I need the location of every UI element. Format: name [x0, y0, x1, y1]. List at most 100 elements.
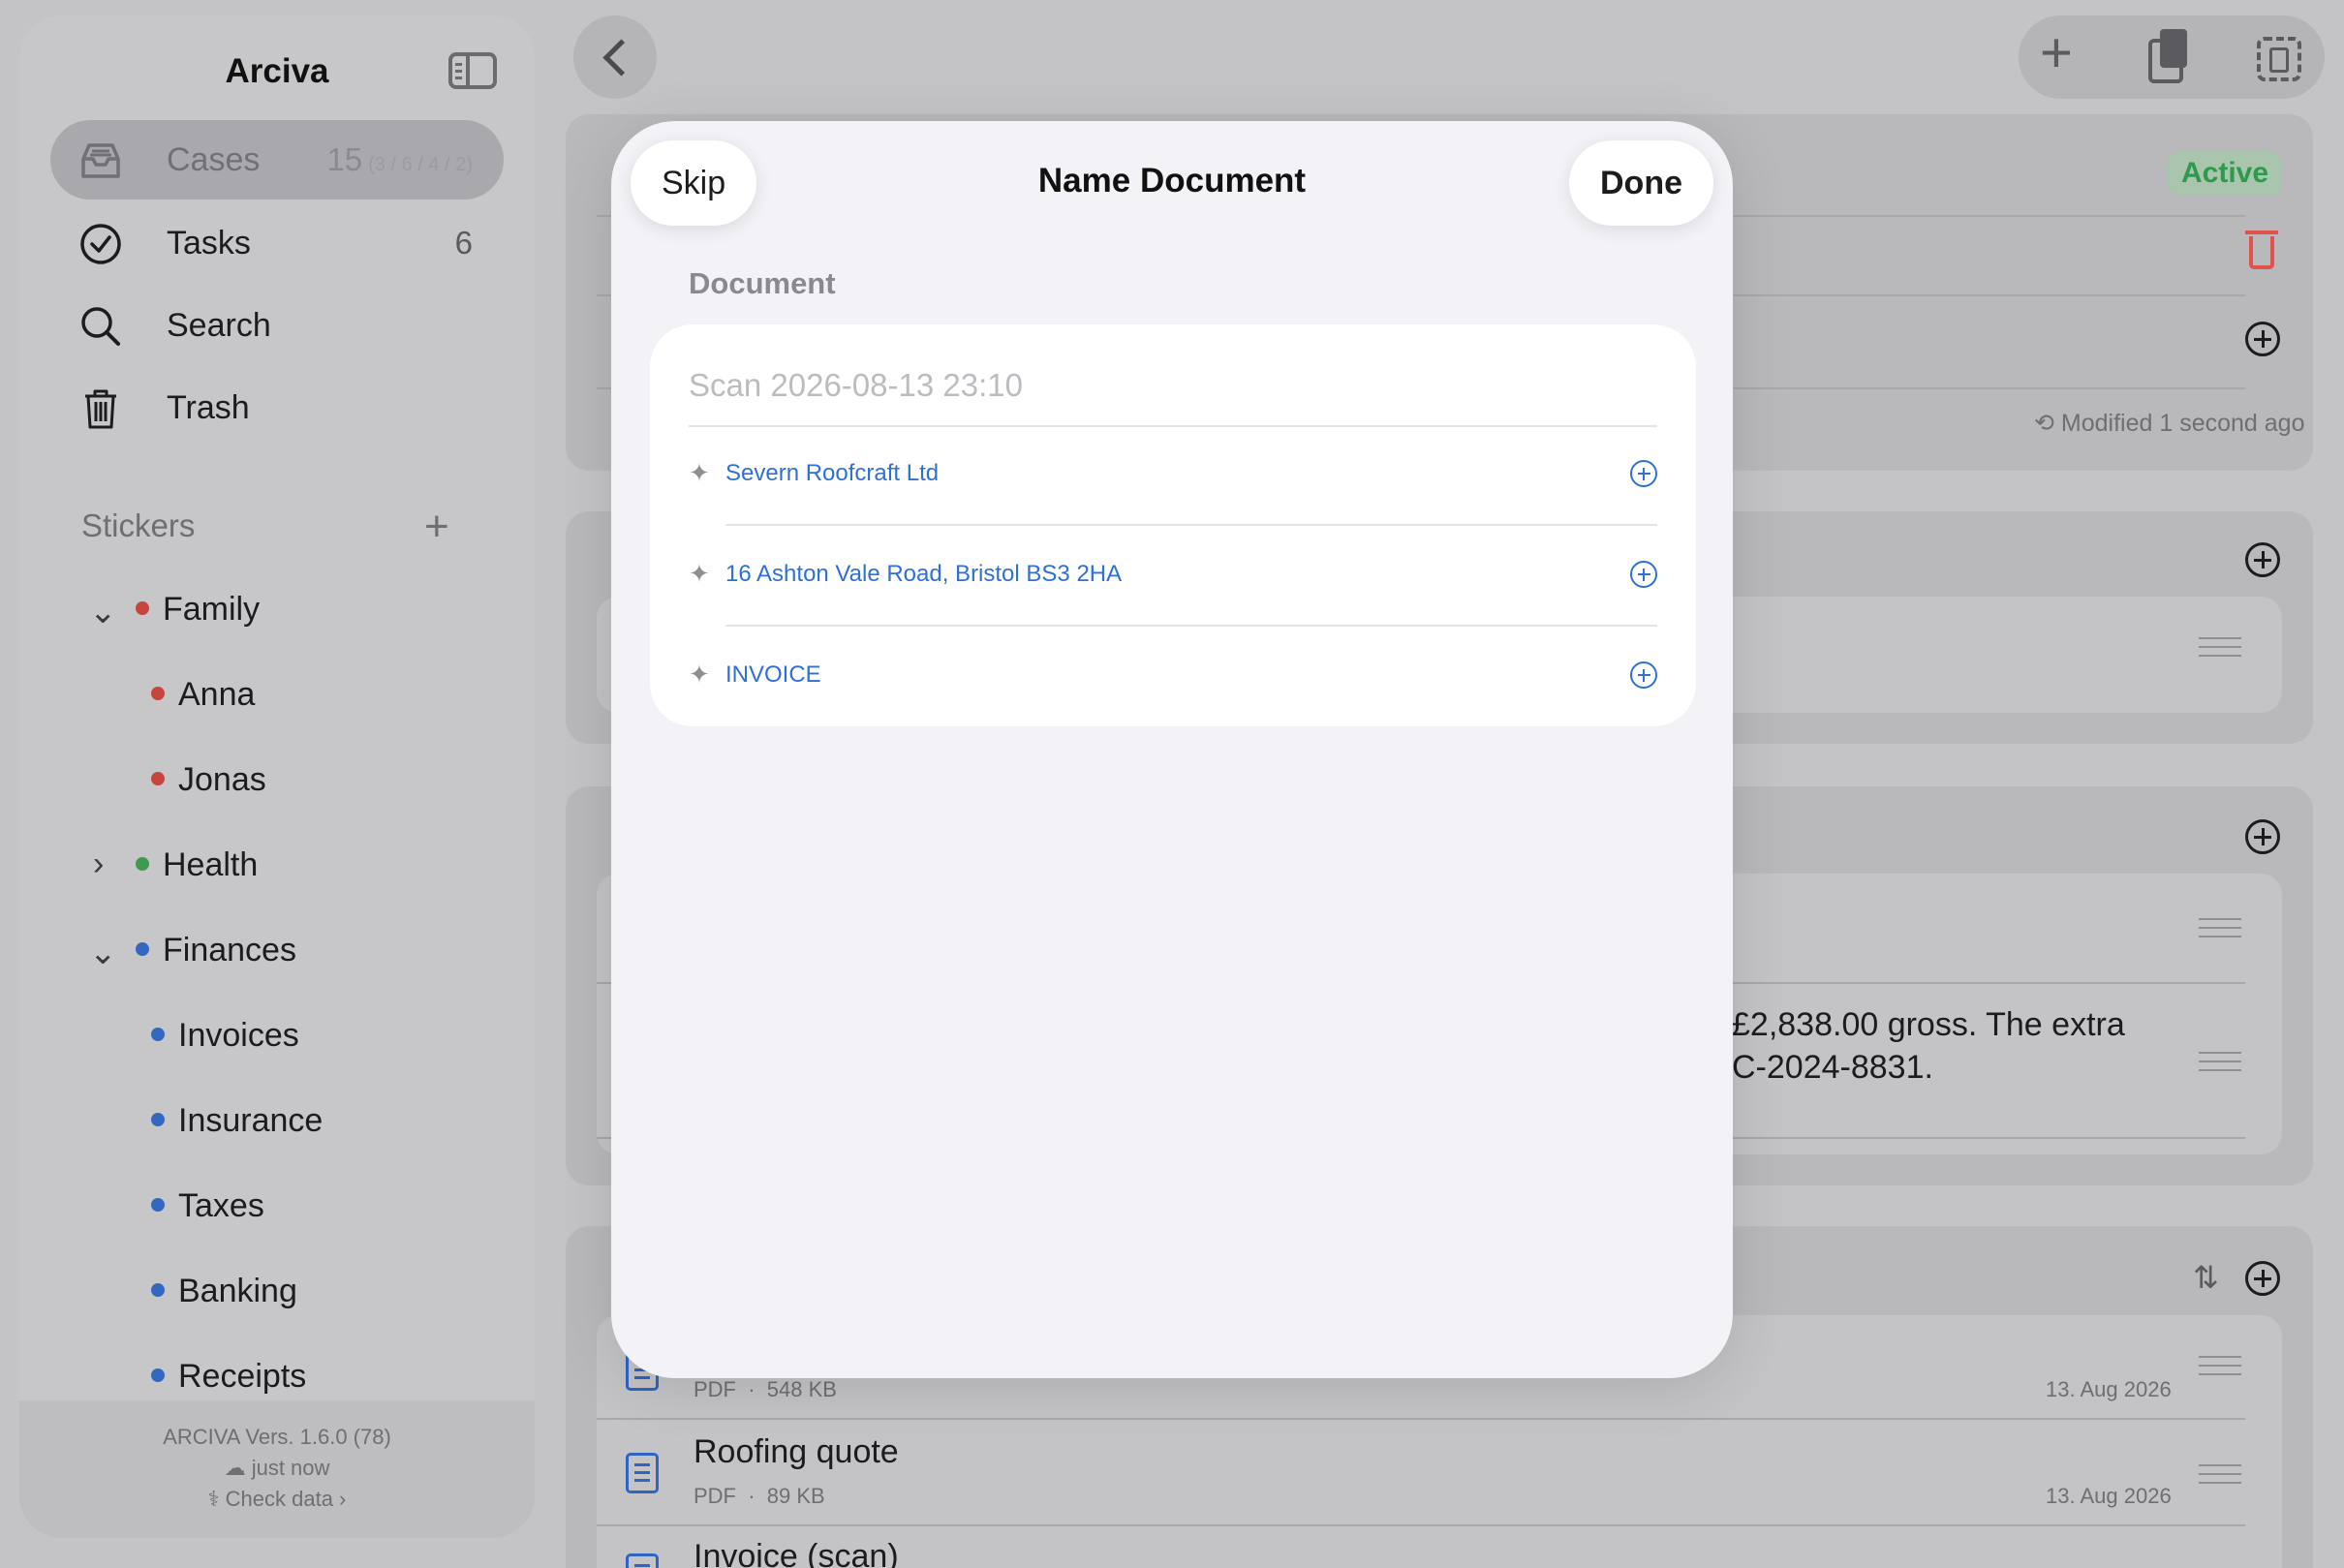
sticker-label: Banking [178, 1273, 297, 1309]
version-info: ARCIVA Vers. 1.6.0 (78) [163, 1425, 391, 1449]
sticker-label: Taxes [178, 1187, 264, 1224]
document-name-input[interactable] [689, 346, 1657, 425]
sticker-label: Family [163, 591, 261, 628]
sidebar-item-search[interactable]: Search [50, 286, 504, 365]
checkmark-circle-icon [80, 224, 121, 264]
check-data-link[interactable]: ⚕ Check data › [19, 1484, 535, 1515]
chevron-down-icon[interactable]: ⌄ [89, 934, 117, 972]
document-name-card: ✦ Severn Roofcraft Ltd ✦ 16 Ashton Vale … [650, 324, 1696, 726]
document-title[interactable]: Roofing quote [694, 1433, 899, 1471]
divider [597, 1524, 2245, 1526]
add-sticker-button[interactable]: + [424, 506, 449, 548]
sticker-anna[interactable]: Anna [151, 676, 255, 719]
sidebar-item-cases[interactable]: Cases 15 (3 / 6 / 4 / 2) [50, 120, 504, 200]
divider [597, 1418, 2245, 1420]
modified-text: Modified 1 second ago [2060, 410, 2305, 437]
sticker-color-dot [151, 1198, 165, 1213]
drag-handle-icon[interactable] [2199, 1464, 2241, 1484]
add-suggestion-icon[interactable] [1630, 460, 1657, 487]
sidebar-item-trash[interactable]: Trash [50, 368, 504, 447]
suggestion-row[interactable]: ✦ INVOICE [689, 627, 1657, 725]
add-icon[interactable]: + [2040, 25, 2073, 81]
sticker-label: Insurance [178, 1102, 324, 1139]
sticker-taxes[interactable]: Taxes [151, 1187, 264, 1230]
sticker-label: Jonas [178, 761, 266, 798]
sync-status: ☁ just now [19, 1453, 535, 1484]
add-circle-icon[interactable] [2245, 1261, 2280, 1296]
tray-icon [81, 143, 120, 178]
stickers-header: Stickers [81, 507, 196, 543]
add-suggestion-icon[interactable] [1630, 661, 1657, 689]
stethoscope-icon: ⚕ [207, 1487, 220, 1511]
add-suggestion-icon[interactable] [1630, 561, 1657, 588]
sidebar-toggle-icon[interactable] [448, 52, 497, 89]
add-circle-icon[interactable] [2245, 542, 2280, 577]
sticker-label: Finances [163, 932, 296, 968]
sticker-label: Anna [178, 676, 256, 713]
sidebar-item-label: Tasks [167, 225, 251, 261]
sticker-invoices[interactable]: Invoices [151, 1017, 299, 1060]
modified-timestamp: ⟲ Modified 1 second ago [2034, 409, 2304, 438]
chevron-right-icon[interactable]: › [93, 845, 104, 883]
sparkles-icon: ✦ [689, 559, 710, 588]
delete-icon[interactable] [2245, 231, 2278, 269]
add-circle-icon[interactable] [2245, 322, 2280, 356]
note-line: £2,838.00 gross. The extra [1732, 1006, 2125, 1043]
sheet-title: Name Document [1037, 162, 1307, 200]
sticker-color-dot [151, 1113, 165, 1127]
sticker-family[interactable]: ⌄ Family [89, 591, 261, 633]
sticker-label: Invoices [178, 1017, 299, 1054]
cases-count: 15 (3 / 6 / 4 / 2) [326, 141, 473, 178]
sticker-color-dot [151, 1368, 165, 1383]
done-button[interactable]: Done [1569, 140, 1713, 226]
sidebar: Arciva Cases 15 (3 / 6 / 4 / 2) Tasks 6 S… [19, 15, 535, 1538]
drag-handle-icon[interactable] [2199, 637, 2241, 657]
sidebar-item-label: Trash [167, 389, 250, 426]
document-size: 89 KB [766, 1484, 825, 1508]
sort-icon[interactable]: ⇅ [2193, 1259, 2219, 1296]
sticker-banking[interactable]: Banking [151, 1273, 297, 1315]
tasks-count: 6 [454, 225, 473, 261]
sticker-color-dot [136, 601, 149, 616]
scan-document-icon[interactable] [2257, 37, 2301, 81]
drag-handle-icon[interactable] [2199, 1052, 2241, 1071]
sparkles-icon: ✦ [689, 458, 710, 487]
sticker-jonas[interactable]: Jonas [151, 761, 266, 804]
sticker-health[interactable]: › Health [93, 845, 258, 889]
drag-handle-icon[interactable] [2199, 918, 2241, 938]
suggestion-row[interactable]: ✦ 16 Ashton Vale Road, Bristol BS3 2HA [689, 526, 1657, 625]
document-title[interactable]: Invoice (scan) [694, 1538, 899, 1568]
sticker-receipts[interactable]: Receipts [151, 1358, 306, 1400]
name-document-sheet: Skip Name Document Done Document ✦ Sever… [611, 121, 1733, 1378]
add-circle-icon[interactable] [2245, 819, 2280, 854]
back-button[interactable] [573, 15, 657, 99]
sidebar-item-label: Search [167, 307, 271, 344]
document-date: 13. Aug 2026 [2046, 1484, 2172, 1508]
sticker-insurance[interactable]: Insurance [151, 1102, 323, 1145]
sticker-color-dot [151, 1283, 165, 1298]
sidebar-item-tasks[interactable]: Tasks 6 [50, 203, 504, 283]
note-text: £2,838.00 gross. The extra C-2024-8831. [1732, 1003, 2125, 1089]
suggestion-label: 16 Ashton Vale Road, Bristol BS3 2HA [725, 561, 1123, 587]
chevron-down-icon[interactable]: ⌄ [89, 593, 117, 631]
sticker-color-dot [151, 772, 165, 786]
document-type: PDF [694, 1484, 736, 1508]
document-meta: PDF · 548 KB [694, 1377, 837, 1401]
sparkles-icon: ✦ [689, 660, 710, 689]
document-meta: PDF · 89 KB [694, 1484, 825, 1508]
pdf-document-icon [626, 1553, 659, 1568]
sticker-label: Receipts [178, 1358, 307, 1395]
drag-handle-icon[interactable] [2199, 1356, 2241, 1375]
sticker-color-dot [151, 1028, 165, 1042]
document-type: PDF [694, 1377, 736, 1401]
document-date: 13. Aug 2026 [2046, 1377, 2172, 1401]
sticker-finances[interactable]: ⌄ Finances [89, 932, 296, 974]
cloud-icon: ☁ [224, 1456, 246, 1480]
clock-icon: ⟲ [2034, 410, 2054, 437]
documents-icon[interactable] [2148, 29, 2187, 83]
sidebar-footer: ARCIVA Vers. 1.6.0 (78) ☁ just now ⚕ Che… [19, 1400, 535, 1538]
suggestion-label: Severn Roofcraft Ltd [725, 460, 940, 486]
sticker-color-dot [136, 857, 149, 872]
status-badge: Active [2168, 151, 2283, 196]
suggestion-row[interactable]: ✦ Severn Roofcraft Ltd [689, 425, 1657, 524]
